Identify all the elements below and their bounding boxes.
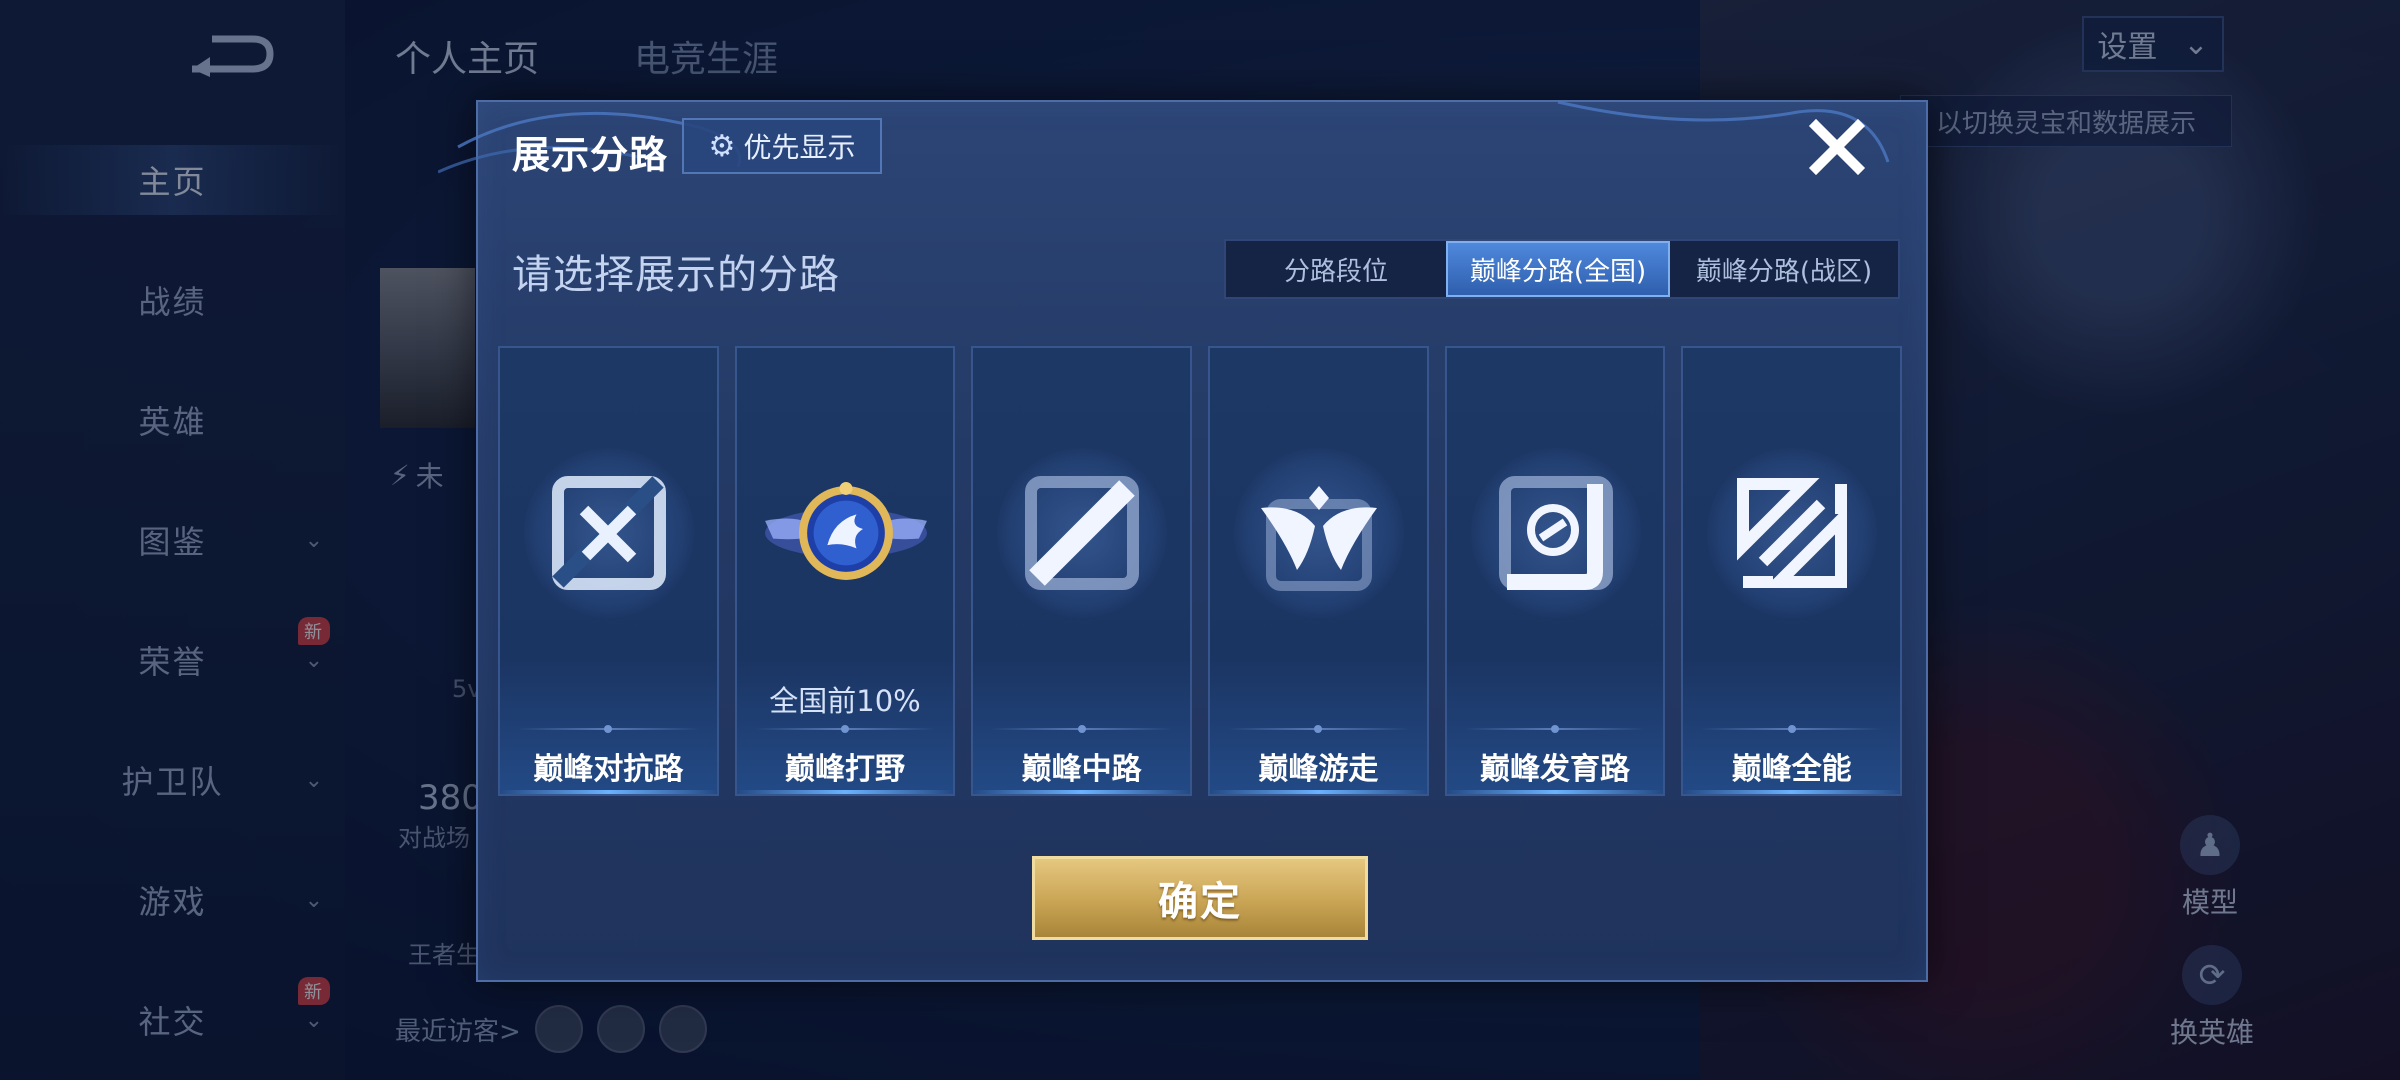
lane-card-clash[interactable]: 巅峰对抗路 (498, 346, 719, 796)
card-divider (1701, 725, 1883, 733)
jungle-dragon-emblem-icon (764, 482, 927, 580)
close-icon (1808, 118, 1866, 176)
mid-lane-icon (1025, 476, 1140, 590)
icon-circle (1707, 448, 1878, 618)
lane-cards: 巅峰对抗路 全国前10% 巅峰打野 巅峰中路 巅峰游走 巅峰发育路 巅峰全能 (498, 346, 1903, 796)
icon-circle (1470, 448, 1641, 618)
clash-lane-icon (552, 476, 666, 590)
lane-label: 巅峰打野 (785, 752, 905, 787)
segment-peak-region[interactable]: 巅峰分路(战区) (1670, 241, 1898, 297)
farm-lane-icon (1498, 476, 1613, 590)
lane-card-mid[interactable]: 巅峰中路 (971, 346, 1193, 796)
lane-label: 巅峰游走 (1258, 752, 1379, 787)
card-divider (518, 725, 699, 733)
priority-label: 优先显示 (743, 131, 856, 164)
rank-text: 全国前10% (769, 684, 921, 718)
card-divider (754, 725, 936, 733)
confirm-button[interactable]: 确定 (1032, 856, 1368, 940)
close-button[interactable] (1802, 112, 1872, 182)
lane-card-roam[interactable]: 巅峰游走 (1208, 346, 1429, 796)
card-divider (991, 725, 1173, 733)
icon-circle (1234, 448, 1405, 618)
lane-card-farm[interactable]: 巅峰发育路 (1444, 346, 1666, 796)
icon-circle (997, 448, 1168, 618)
segment-control: 分路段位 巅峰分路(全国) 巅峰分路(战区) (1224, 239, 1900, 299)
lane-card-jungle[interactable]: 全国前10% 巅峰打野 (734, 346, 956, 796)
roam-wings-icon (1261, 486, 1378, 591)
card-divider (1228, 725, 1409, 733)
icon-circle (761, 448, 931, 618)
priority-display-button[interactable]: ⚙ 优先显示 (682, 118, 882, 174)
dialog-subtitle: 请选择展示的分路 (512, 252, 840, 298)
card-divider (1464, 725, 1646, 733)
gear-icon: ⚙ (708, 128, 736, 164)
all-round-icon (1737, 478, 1848, 588)
lane-display-dialog: 展示分路 ⚙ 优先显示 请选择展示的分路 分路段位 巅峰分路(全国) 巅峰分路(… (438, 100, 1928, 982)
segment-peak-national[interactable]: 巅峰分路(全国) (1446, 241, 1670, 297)
icon-circle (524, 448, 694, 618)
lane-card-all-round[interactable]: 巅峰全能 (1681, 346, 1903, 796)
lane-label: 巅峰对抗路 (533, 752, 684, 787)
dialog-title: 展示分路 (512, 133, 669, 177)
lane-label: 巅峰发育路 (1480, 752, 1631, 787)
lane-label: 巅峰全能 (1731, 752, 1852, 787)
confirm-label: 确定 (1158, 879, 1242, 925)
segment-lane-rank[interactable]: 分路段位 (1226, 241, 1446, 297)
lane-label: 巅峰中路 (1021, 752, 1142, 787)
